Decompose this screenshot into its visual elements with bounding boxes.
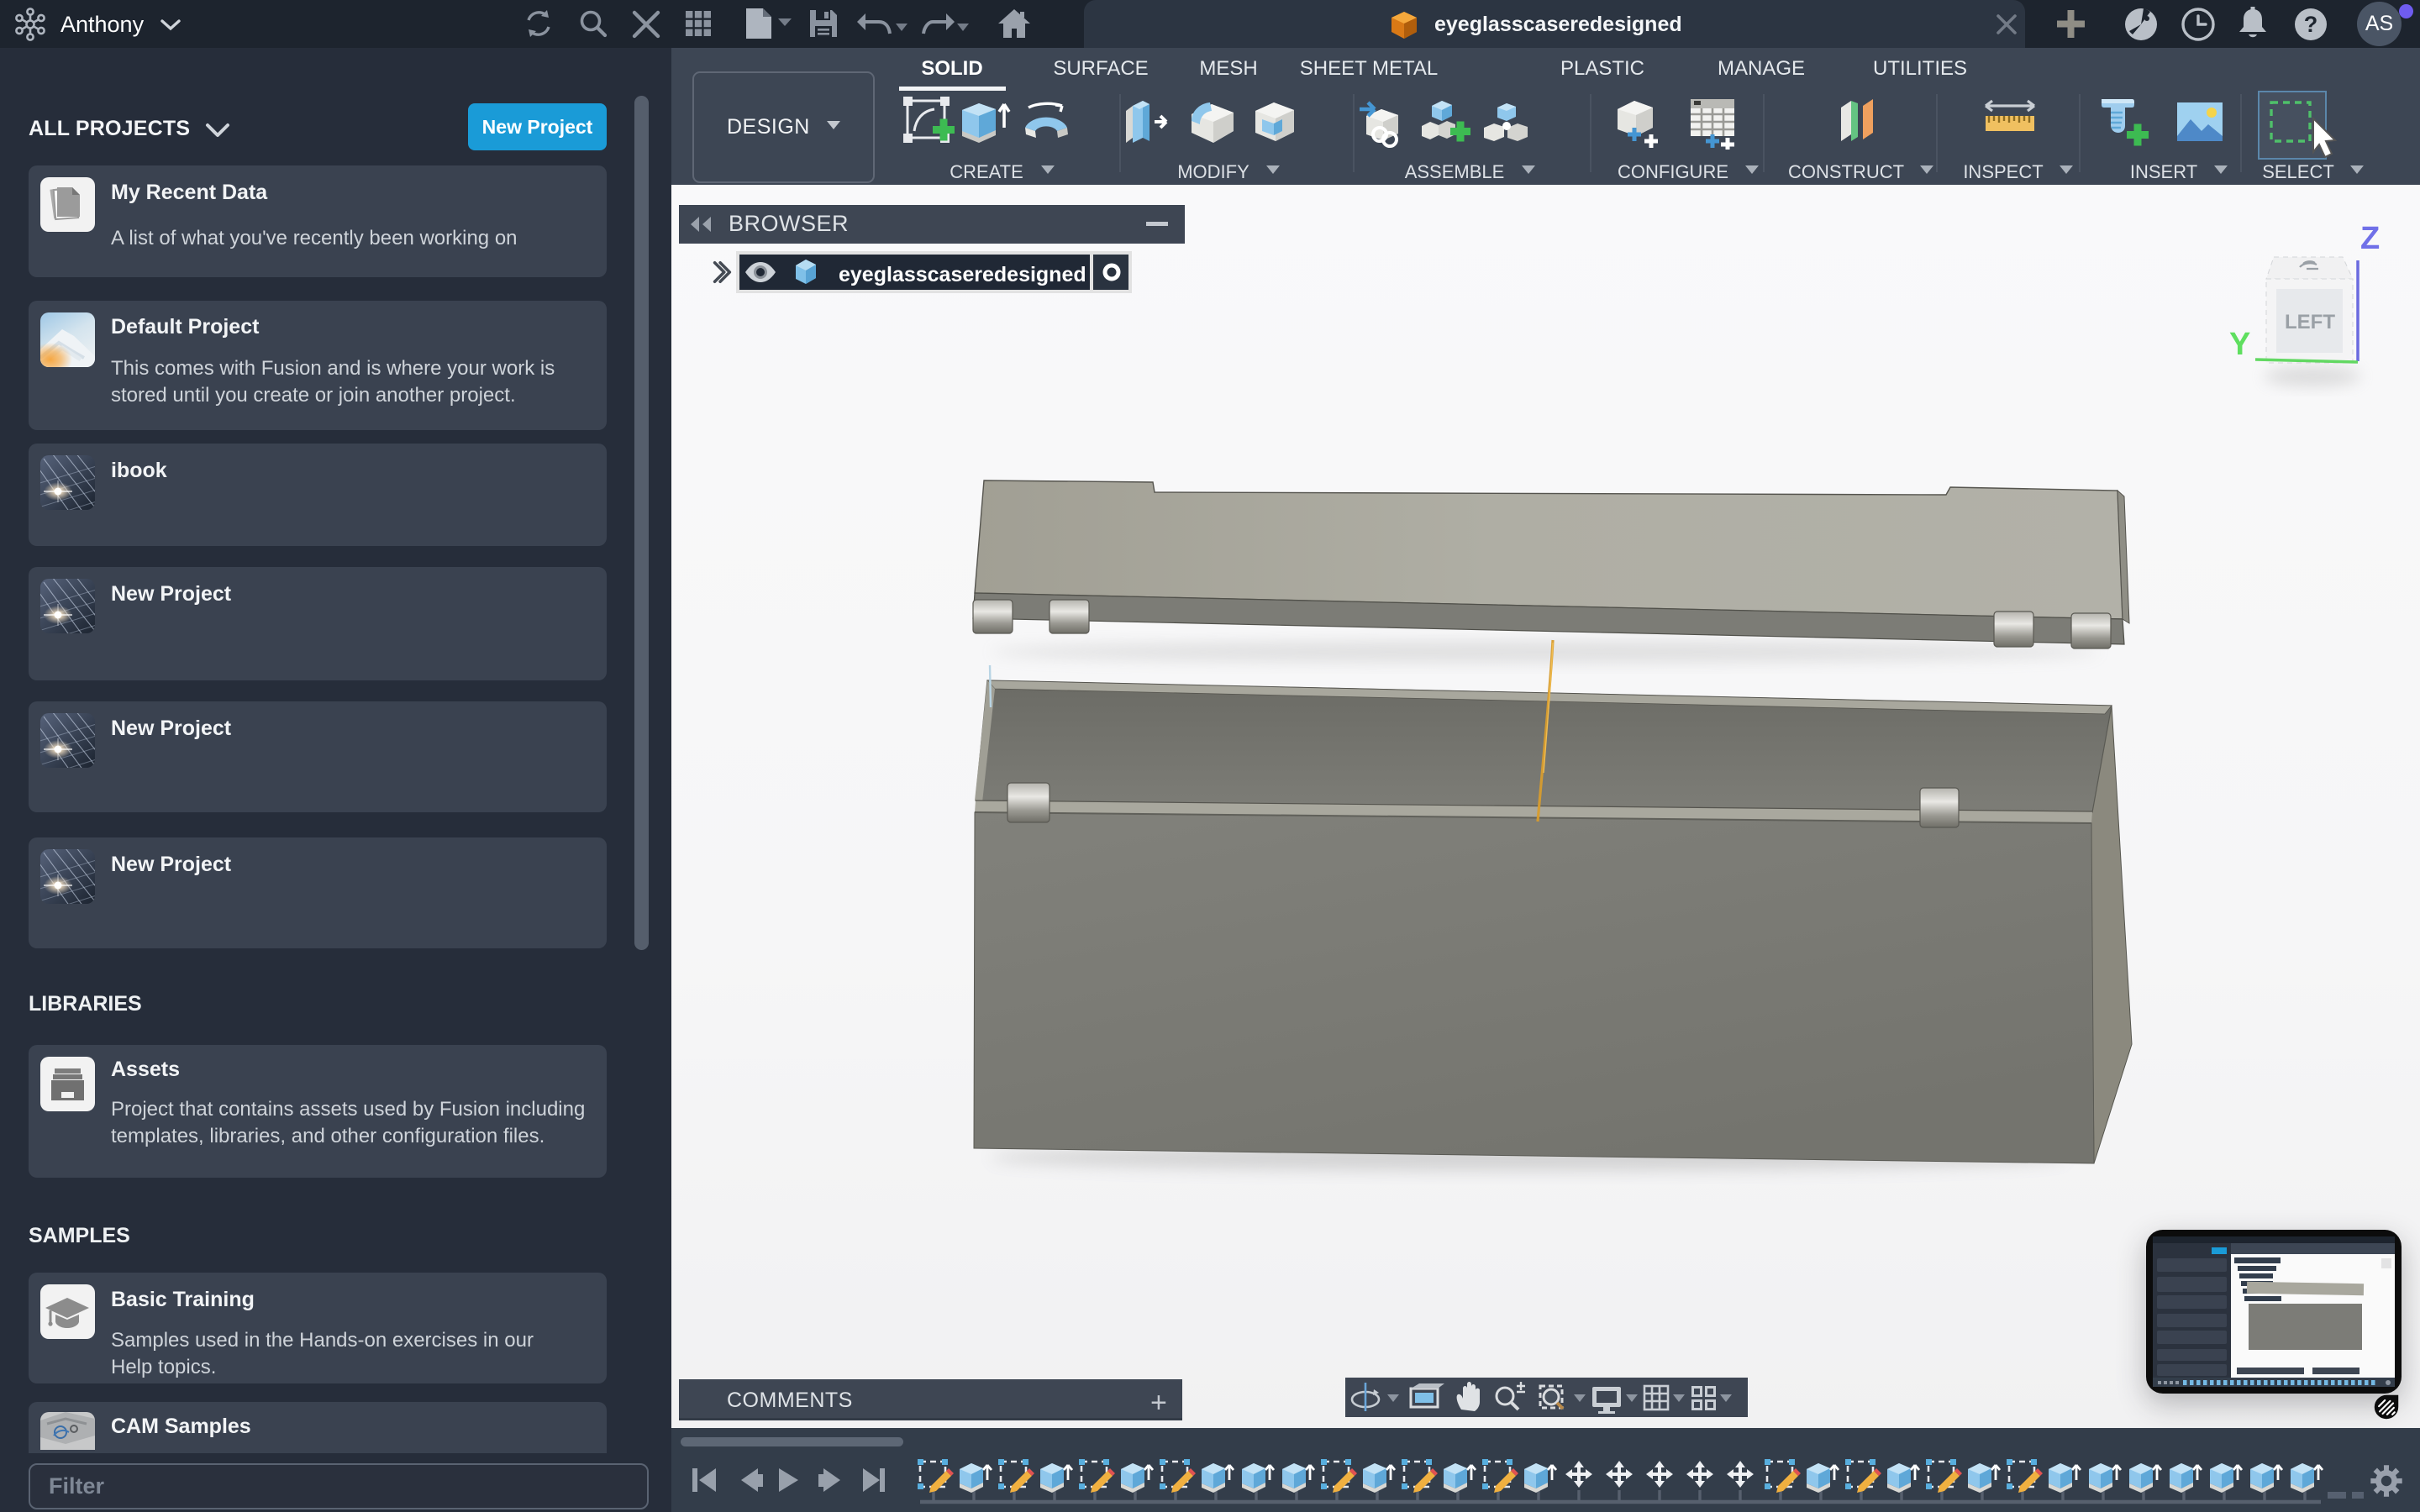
svg-text:Y: Y — [2229, 327, 2250, 362]
svg-text:Z: Z — [2360, 221, 2380, 256]
svg-text:LEFT: LEFT — [2285, 311, 2335, 333]
svg-text:?: ? — [2304, 12, 2318, 37]
